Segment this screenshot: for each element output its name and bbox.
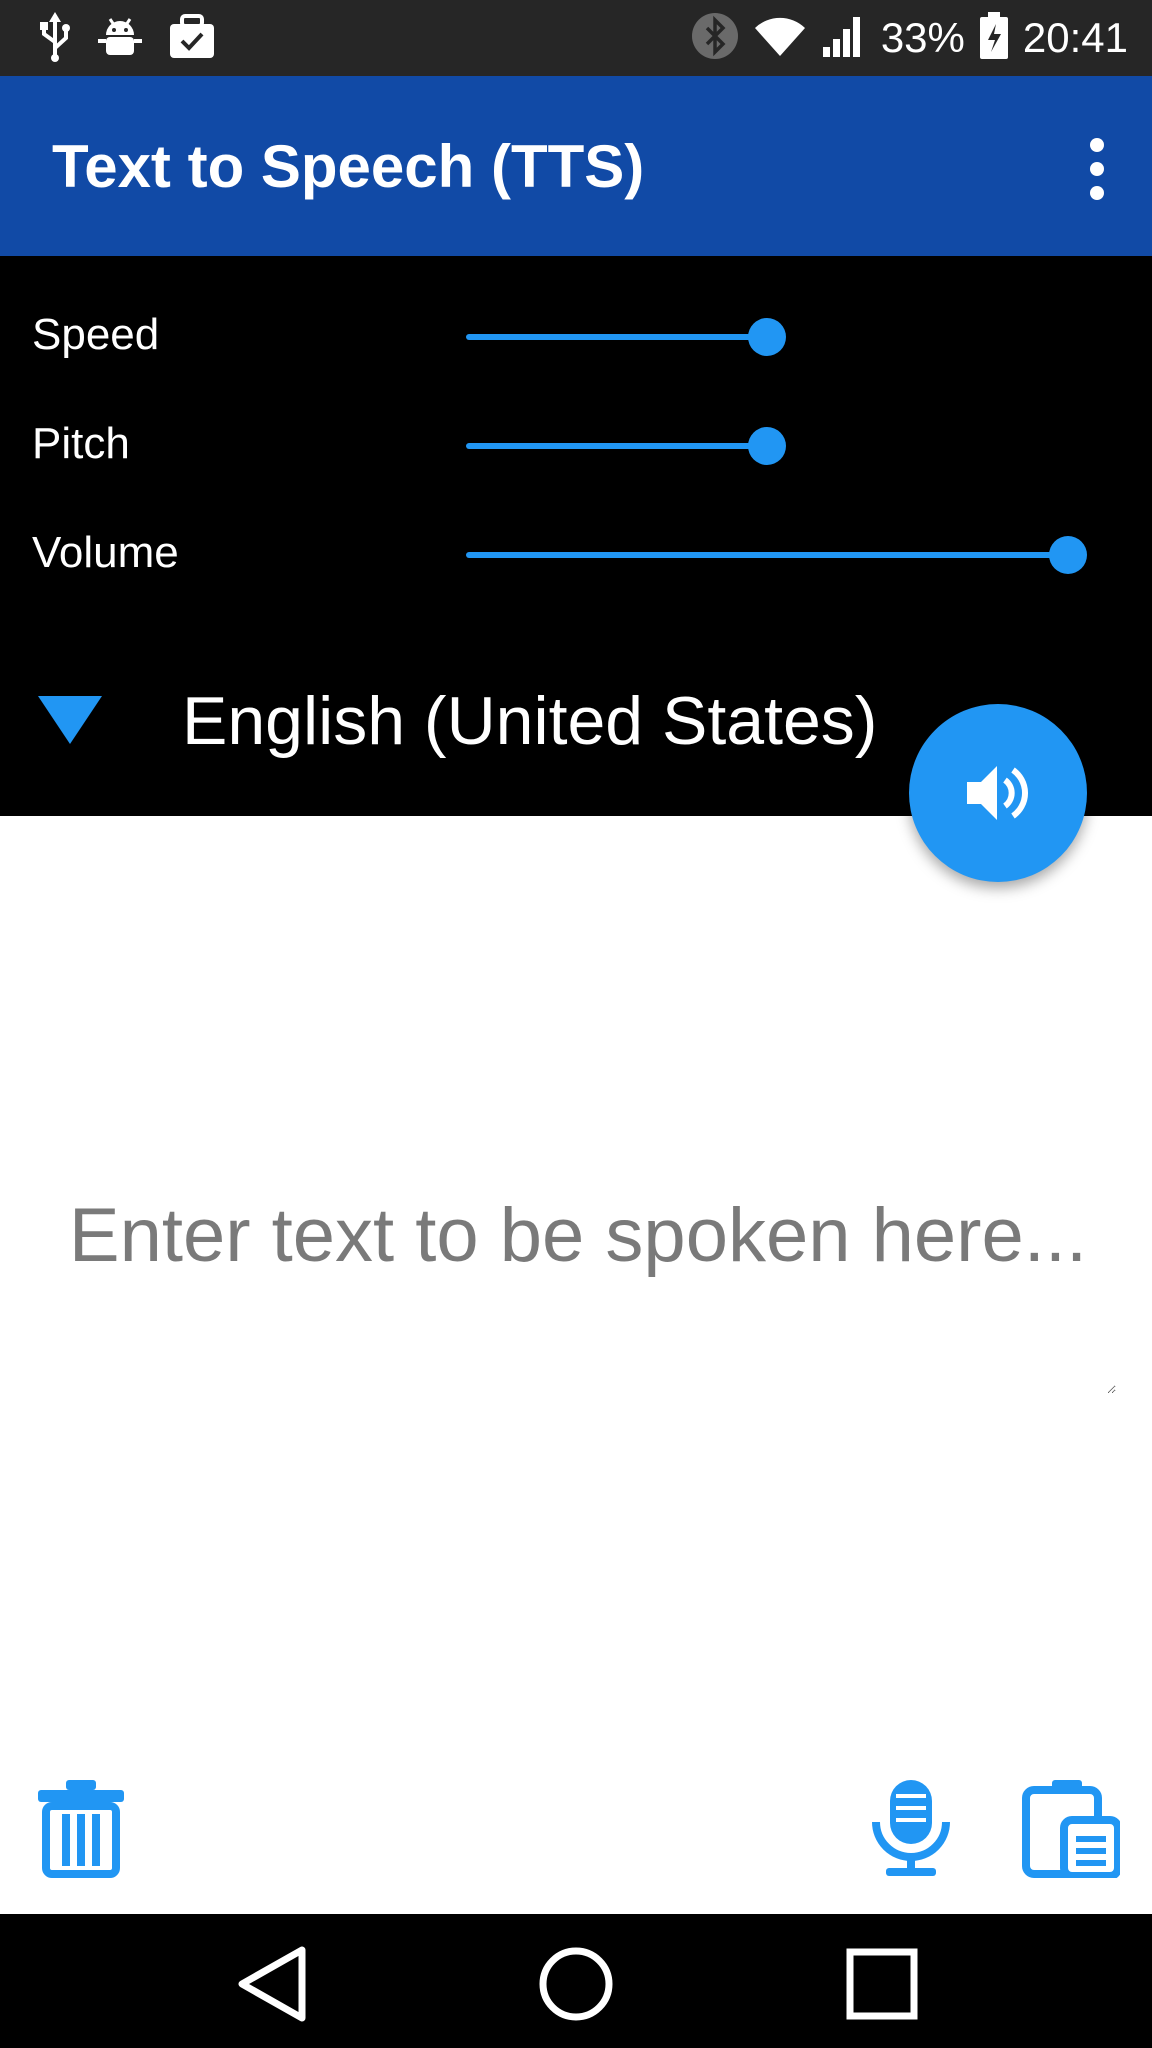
android-debug-icon: [98, 15, 142, 64]
volume-row: Volume: [0, 514, 1152, 594]
back-button[interactable]: [232, 1944, 312, 2024]
usb-icon: [38, 12, 72, 67]
navigation-bar: [0, 1914, 1152, 2048]
status-right-icons: 33% 20:41: [691, 0, 1128, 76]
app-bar: Text to Speech (TTS): [0, 76, 1152, 256]
home-icon: [539, 1947, 613, 2021]
volume-slider-thumb[interactable]: [1049, 536, 1087, 574]
microphone-icon: [872, 1780, 950, 1876]
status-left-icons: [38, 12, 216, 67]
speak-button[interactable]: [909, 704, 1087, 882]
signal-icon: [821, 13, 867, 64]
app-title: Text to Speech (TTS): [52, 133, 645, 200]
paste-button[interactable]: [1020, 1778, 1122, 1884]
back-icon: [238, 1946, 306, 2022]
microphone-button[interactable]: [866, 1778, 966, 1884]
pitch-slider[interactable]: [466, 443, 767, 449]
speed-label: Speed: [32, 310, 160, 359]
status-bar: 33% 20:41: [0, 0, 1152, 76]
recents-button[interactable]: [842, 1944, 922, 2024]
speed-slider-thumb[interactable]: [748, 318, 786, 356]
clear-button[interactable]: [36, 1778, 136, 1884]
speed-row: Speed: [0, 296, 1152, 376]
more-vert-icon[interactable]: [1074, 134, 1122, 204]
volume-label: Volume: [32, 528, 179, 577]
bluetooth-icon: [691, 12, 739, 65]
pitch-label: Pitch: [32, 419, 130, 468]
clipboard-icon: [1022, 1780, 1122, 1880]
wifi-icon: [753, 14, 807, 63]
speed-slider[interactable]: [466, 334, 767, 340]
trash-icon: [38, 1780, 124, 1878]
clock: 20:41: [1022, 14, 1128, 61]
text-input[interactable]: [40, 1190, 1116, 1394]
volume-up-icon: [967, 766, 1028, 820]
recents-icon: [846, 1948, 918, 2020]
dropdown-triangle-icon[interactable]: [38, 696, 102, 744]
pitch-slider-thumb[interactable]: [748, 427, 786, 465]
home-button[interactable]: [536, 1944, 616, 2024]
battery-percent: 33%: [880, 14, 965, 61]
volume-slider[interactable]: [466, 552, 1068, 558]
battery-charging-icon: [979, 11, 1009, 65]
work-briefcase-icon: [168, 14, 216, 65]
language-label[interactable]: English (United States): [182, 682, 877, 760]
pitch-row: Pitch: [0, 405, 1152, 485]
